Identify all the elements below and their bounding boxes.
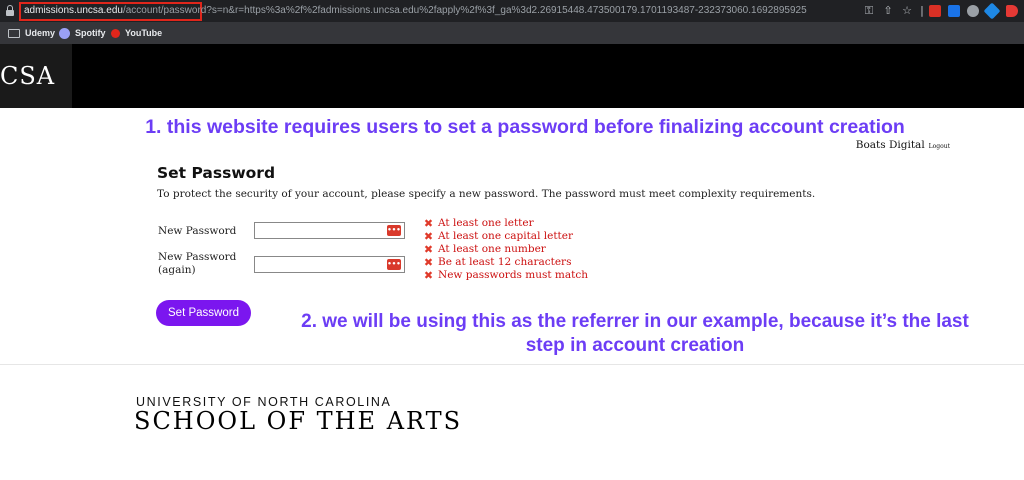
requirement-item: ✖ At least one letter [423, 217, 588, 230]
page-description: To protect the security of your account,… [157, 188, 816, 200]
user-name: Boats Digital [855, 139, 925, 151]
requirement-item: ✖ Be at least 12 characters [423, 256, 588, 269]
user-area: Boats Digital Logout [820, 139, 950, 151]
requirement-text: New passwords must match [438, 269, 589, 281]
extension-icon-bird[interactable] [1006, 5, 1018, 17]
separator: | [920, 4, 924, 17]
bookmark-star-icon[interactable]: ☆ [900, 4, 914, 18]
requirement-item: ✖ New passwords must match [423, 269, 588, 282]
annotation-note-2: 2. we will be using this as the referrer… [301, 311, 969, 356]
bookmark-label: Udemy [25, 28, 56, 38]
password-requirements: ✖ At least one letter ✖ At least one capit… [423, 217, 588, 282]
extension-icon-blue[interactable] [948, 5, 960, 17]
bookmark-label: Spotify [75, 28, 106, 38]
page-title: Set Password [157, 164, 276, 182]
lock-icon[interactable] [6, 5, 14, 16]
requirement-text: At least one capital letter [438, 230, 574, 242]
bookmarks-bar: Udemy Spotify YouTube [0, 22, 1024, 44]
extension-icon-gray[interactable] [967, 5, 979, 17]
requirement-text: At least one letter [438, 217, 534, 229]
extension-icon-tag[interactable] [983, 2, 1001, 20]
set-password-button[interactable]: Set Password [156, 300, 251, 326]
youtube-icon [111, 28, 120, 38]
browser-address-bar: admissions.uncsa.edu/account/password?s=… [0, 0, 1024, 22]
bookmark-youtube[interactable]: YouTube [111, 26, 162, 40]
folder-icon [8, 28, 20, 38]
url-path: /account/password?s=n&r=https%3a%2f%2fad… [122, 5, 807, 16]
x-mark-icon: ✖ [423, 256, 434, 269]
extension-icon-red[interactable] [929, 5, 941, 17]
url-field[interactable]: admissions.uncsa.edu/account/password?s=… [24, 4, 824, 18]
footer-school-name: SCHOOL OF THE ARTS [134, 407, 463, 435]
password-manager-icon[interactable]: ••• [387, 259, 401, 270]
x-mark-icon: ✖ [423, 230, 434, 243]
logo-text: CSA [0, 62, 56, 90]
x-mark-icon: ✖ [423, 243, 434, 256]
key-icon[interactable]: ⚿ [862, 4, 876, 18]
x-mark-icon: ✖ [423, 269, 434, 282]
new-password-again-label: New Password (again) [158, 251, 237, 276]
footer-divider [0, 364, 1024, 365]
spotify-icon [59, 27, 70, 39]
new-password-again-input[interactable] [254, 256, 405, 273]
requirement-item: ✖ At least one number [423, 243, 588, 256]
url-host: admissions.uncsa.edu [24, 5, 123, 16]
annotation-note-1: 1. this website requires users to set a … [145, 116, 905, 138]
new-password-label: New Password [158, 225, 237, 237]
bookmark-label: YouTube [125, 28, 163, 38]
site-logo[interactable]: CSA [0, 44, 72, 108]
logout-link[interactable]: Logout [929, 143, 950, 150]
site-header: CSA [0, 44, 1024, 108]
share-icon[interactable]: ⇧ [881, 4, 895, 18]
bookmark-spotify[interactable]: Spotify [59, 26, 106, 40]
password-manager-icon[interactable]: ••• [387, 225, 401, 236]
requirement-text: Be at least 12 characters [438, 256, 572, 268]
bookmark-udemy[interactable]: Udemy [8, 26, 55, 40]
requirement-item: ✖ At least one capital letter [423, 230, 588, 243]
new-password-input[interactable] [254, 222, 405, 239]
requirement-text: At least one number [438, 243, 546, 255]
x-mark-icon: ✖ [423, 217, 434, 230]
